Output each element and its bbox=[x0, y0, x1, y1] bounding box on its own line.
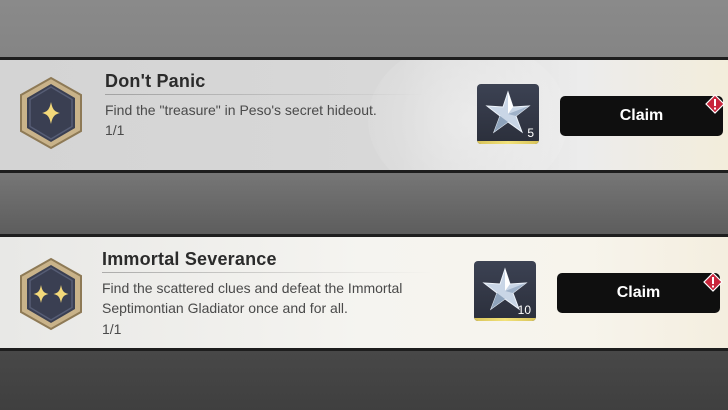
achievement-card: Immortal Severance Find the scattered cl… bbox=[0, 234, 728, 351]
reward-rarity-bar bbox=[474, 318, 536, 321]
title-divider bbox=[102, 272, 432, 273]
achievement-progress: 1/1 bbox=[102, 321, 122, 337]
achievement-description: Find the scattered clues and defeat the … bbox=[102, 280, 403, 316]
reward-item[interactable]: 5 bbox=[477, 84, 539, 144]
achievement-badge-icon bbox=[18, 76, 84, 155]
exclamation-diamond-icon bbox=[705, 94, 725, 119]
achievement-title: Immortal Severance bbox=[102, 249, 277, 269]
title-divider bbox=[105, 94, 425, 95]
achievement-description: Find the "treasure" in Peso's secret hid… bbox=[105, 102, 377, 118]
achievement-title: Don't Panic bbox=[105, 71, 206, 91]
achievement-card: Don't Panic Find the "treasure" in Peso'… bbox=[0, 57, 728, 173]
reward-quantity: 10 bbox=[517, 303, 531, 317]
achievement-badge-icon bbox=[18, 257, 84, 336]
star-crystal-icon bbox=[485, 90, 531, 134]
claim-button[interactable]: Claim bbox=[560, 96, 723, 136]
exclamation-diamond-icon bbox=[703, 272, 723, 297]
reward-item[interactable]: 10 bbox=[474, 261, 536, 321]
claim-button[interactable]: Claim bbox=[557, 273, 720, 313]
reward-quantity: 5 bbox=[527, 126, 534, 140]
achievement-progress: 1/1 bbox=[105, 122, 125, 138]
double-sparkle-icon bbox=[20, 257, 82, 331]
single-sparkle-icon bbox=[20, 76, 82, 150]
reward-rarity-bar bbox=[477, 141, 539, 144]
